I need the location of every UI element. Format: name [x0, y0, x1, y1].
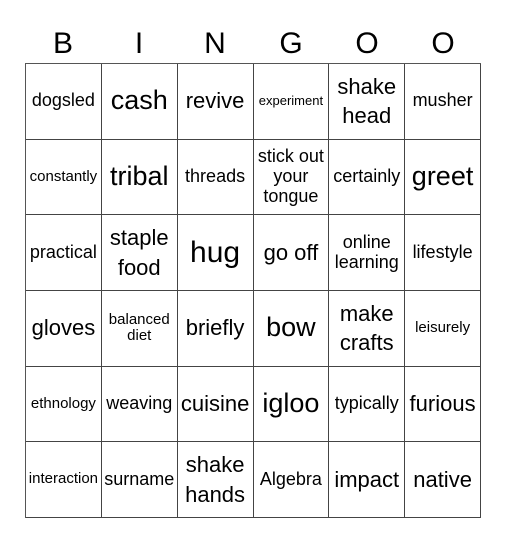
- bingo-cell[interactable]: interaction: [26, 442, 102, 518]
- bingo-cell[interactable]: impact: [329, 442, 406, 518]
- bingo-cell[interactable]: shake hands: [177, 442, 254, 518]
- bingo-cell[interactable]: certainly: [329, 139, 406, 216]
- bingo-cell[interactable]: briefly: [177, 290, 254, 367]
- bingo-cell[interactable]: lifestyle: [405, 215, 481, 291]
- bingo-cell[interactable]: practical: [26, 215, 102, 291]
- bingo-cell[interactable]: tribal: [101, 139, 178, 216]
- bingo-cell[interactable]: igloo: [253, 366, 330, 443]
- bingo-cell[interactable]: make crafts: [329, 290, 406, 367]
- bingo-header: B I N G O O: [25, 26, 481, 62]
- header-letter-n: N: [204, 27, 226, 60]
- bingo-cell[interactable]: staple food: [101, 215, 178, 291]
- header-letter-i: I: [134, 27, 144, 60]
- bingo-cell[interactable]: cuisine: [177, 366, 254, 443]
- bingo-cell[interactable]: typically: [329, 366, 406, 443]
- header-letter-b: B: [52, 27, 73, 60]
- bingo-cell[interactable]: ethnology: [26, 366, 102, 443]
- bingo-cell[interactable]: constantly: [26, 139, 102, 216]
- bingo-cell[interactable]: online learning: [329, 215, 406, 291]
- bingo-cell[interactable]: balanced diet: [101, 290, 178, 367]
- header-letter-o-2: O: [431, 27, 455, 60]
- bingo-cell[interactable]: revive: [177, 64, 254, 140]
- bingo-cell[interactable]: greet: [405, 139, 481, 216]
- bingo-cell[interactable]: cash: [101, 64, 178, 140]
- bingo-cell[interactable]: weaving: [101, 366, 178, 443]
- bingo-cell[interactable]: bow: [253, 290, 330, 367]
- bingo-cell[interactable]: go off: [253, 215, 330, 291]
- bingo-cell[interactable]: experiment: [253, 64, 330, 140]
- bingo-cell[interactable]: dogsled: [26, 64, 102, 140]
- header-letter-o: O: [355, 27, 379, 60]
- bingo-cell[interactable]: stick out your tongue: [253, 139, 330, 216]
- header-letter-g: G: [279, 27, 303, 60]
- bingo-cell[interactable]: Algebra: [253, 442, 330, 518]
- bingo-cell[interactable]: musher: [405, 64, 481, 140]
- bingo-cell[interactable]: shake head: [329, 64, 406, 140]
- bingo-cell[interactable]: gloves: [26, 290, 102, 367]
- bingo-cell[interactable]: native: [405, 442, 481, 518]
- bingo-cell[interactable]: leisurely: [405, 290, 481, 367]
- bingo-cell[interactable]: threads: [177, 139, 254, 216]
- bingo-cell[interactable]: furious: [405, 366, 481, 443]
- bingo-card: dogsled cash revive experiment shake hea…: [25, 63, 481, 518]
- bingo-cell[interactable]: hug: [177, 215, 254, 291]
- bingo-cell[interactable]: surname: [101, 442, 178, 518]
